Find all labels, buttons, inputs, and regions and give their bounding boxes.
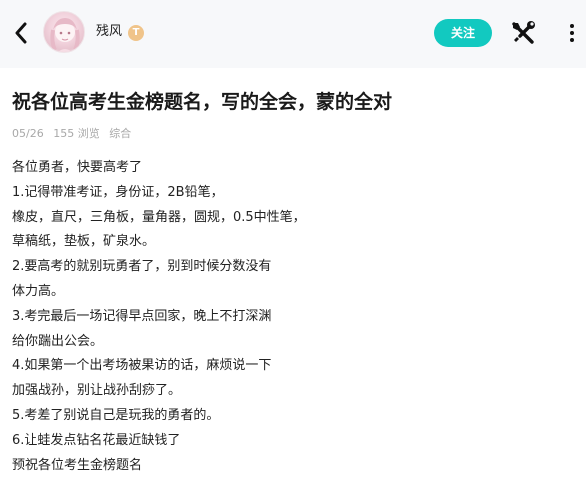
body-line: 6.让蛙发点钻名花最近缺钱了 bbox=[12, 432, 181, 448]
body-line: 给你踹出公会。 bbox=[12, 333, 104, 349]
body-line: 3.考完最后一场记得早点回家，晚上不打深渊 bbox=[12, 308, 272, 324]
body-line: 加强战孙，别让战孙刮痧了。 bbox=[12, 383, 182, 399]
post-views: 155 浏览 bbox=[53, 127, 100, 140]
back-button[interactable] bbox=[4, 14, 38, 52]
body-line: 4.如果第一个出考场被果访的话，麻烦说一下 bbox=[12, 358, 272, 374]
follow-button[interactable]: 关注 bbox=[434, 19, 492, 47]
post-date: 05/26 bbox=[12, 127, 44, 140]
body-line: 橡皮，直尺，三角板，量角器，圆规，0.5中性笔， bbox=[12, 209, 306, 225]
chevron-left-icon bbox=[15, 22, 27, 44]
post-category[interactable]: 综合 bbox=[109, 127, 131, 140]
level-badge: T bbox=[128, 25, 144, 41]
more-options-icon[interactable] bbox=[564, 20, 580, 46]
post-body: 各位勇者，快要高考了 1.记得带准考证，身份证，2B铅笔， 橡皮，直尺，三角板，… bbox=[12, 156, 572, 478]
body-line: 各位勇者，快要高考了 bbox=[12, 160, 143, 175]
username[interactable]: 残风 bbox=[96, 23, 122, 41]
body-line: 1.记得带准考证，身份证，2B铅笔， bbox=[12, 184, 224, 200]
avatar-image bbox=[50, 18, 80, 52]
body-line: 体力高。 bbox=[12, 283, 65, 299]
top-bar: 残风 T 关注 bbox=[0, 0, 586, 68]
body-line: 草稿纸，垫板，矿泉水。 bbox=[12, 234, 156, 250]
tools-icon[interactable] bbox=[510, 20, 536, 46]
body-line: 预祝各位考生金榜题名 bbox=[12, 457, 143, 473]
avatar[interactable] bbox=[43, 11, 85, 53]
body-line: 2.要高考的就别玩勇者了，别到时候分数没有 bbox=[12, 259, 272, 275]
post-meta: 05/26 155 浏览 综合 bbox=[12, 126, 137, 142]
body-line: 5.考差了别说自己是玩我的勇者的。 bbox=[12, 407, 220, 423]
post-title: 祝各位高考生金榜题名，写的全会，蒙的全对 bbox=[12, 91, 393, 113]
